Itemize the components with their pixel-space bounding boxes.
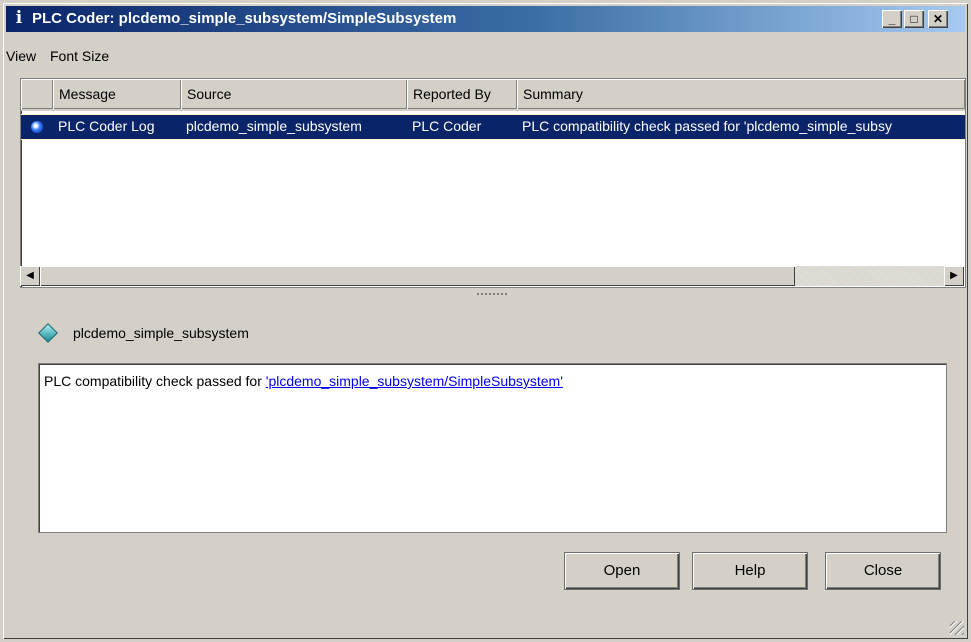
plc-coder-window: i PLC Coder: plcdemo_simple_subsystem/Si… xyxy=(0,0,971,642)
open-button[interactable]: Open xyxy=(564,552,680,590)
maximize-button[interactable]: □ xyxy=(904,10,924,28)
title-bar[interactable]: i PLC Coder: plcdemo_simple_subsystem/Si… xyxy=(6,6,965,32)
close-window-button[interactable]: ✕ xyxy=(928,10,948,28)
info-icon: i xyxy=(15,8,23,28)
detail-message-panel: PLC compatibility check passed for 'plcd… xyxy=(38,363,947,533)
pane-splitter-handle[interactable] xyxy=(477,293,507,295)
cell-summary: PLC compatibility check passed for 'plcd… xyxy=(522,118,892,134)
table-header: Message Source Reported By Summary xyxy=(21,79,965,111)
subsystem-link[interactable]: 'plcdemo_simple_subsystem/SimpleSubsyste… xyxy=(266,373,563,389)
resize-grip-icon[interactable] xyxy=(950,621,964,635)
message-table: Message Source Reported By Summary PLC C… xyxy=(20,78,966,288)
detail-message-text: PLC compatibility check passed for xyxy=(44,373,266,389)
scroll-right-icon[interactable]: ▶ xyxy=(944,266,964,286)
cell-message: PLC Coder Log xyxy=(58,118,155,134)
detail-message: PLC compatibility check passed for 'plcd… xyxy=(44,373,563,389)
detail-model-name: plcdemo_simple_subsystem xyxy=(73,325,249,341)
help-button[interactable]: Help xyxy=(692,552,808,590)
menu-view[interactable]: View xyxy=(6,48,36,64)
table-row[interactable]: PLC Coder Log plcdemo_simple_subsystem P… xyxy=(21,114,965,140)
column-header-summary[interactable]: Summary xyxy=(517,79,965,109)
menu-font-size[interactable]: Font Size xyxy=(50,48,109,64)
scroll-left-icon[interactable]: ◀ xyxy=(20,266,40,286)
model-diamond-icon xyxy=(38,323,58,343)
close-button[interactable]: Close xyxy=(825,552,941,590)
column-header-source[interactable]: Source xyxy=(181,79,407,109)
window-title: PLC Coder: plcdemo_simple_subsystem/Simp… xyxy=(32,10,457,27)
row-icon-column-header[interactable] xyxy=(21,79,53,109)
cell-source: plcdemo_simple_subsystem xyxy=(186,118,362,134)
cell-reported-by: PLC Coder xyxy=(412,118,482,134)
info-bullet-icon xyxy=(31,121,43,133)
column-header-reported-by[interactable]: Reported By xyxy=(407,79,517,109)
horizontal-scrollbar[interactable]: ◀ ▶ xyxy=(20,266,964,286)
column-header-message[interactable]: Message xyxy=(53,79,181,109)
scrollbar-thumb[interactable] xyxy=(40,266,795,286)
minimize-button[interactable]: _ xyxy=(882,10,902,28)
